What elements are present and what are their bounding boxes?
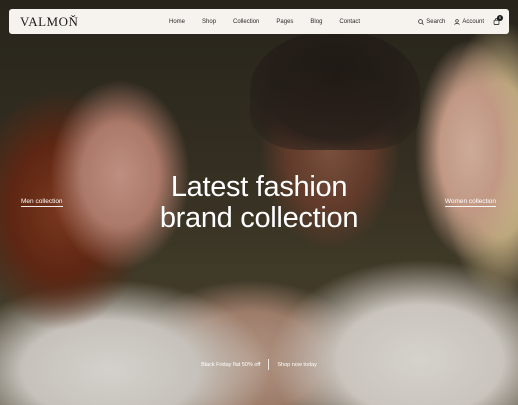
- nav-pages[interactable]: Pages: [276, 19, 293, 25]
- search-button[interactable]: Search: [418, 19, 445, 25]
- main-nav: Home Shop Collection Pages Blog Contact: [169, 9, 377, 34]
- account-label: Account: [462, 18, 484, 25]
- search-label: Search: [426, 18, 446, 25]
- site-header: VALMOŇ Home Shop Collection Pages Blog C…: [9, 9, 509, 34]
- promo-bar: Black Friday flat 50% off Shop now today: [0, 359, 518, 370]
- cart-count-badge: 0: [497, 15, 503, 21]
- cart-button[interactable]: 0: [493, 15, 503, 25]
- user-icon: [454, 18, 461, 25]
- shop-now-link[interactable]: Shop now today: [277, 362, 316, 368]
- promo-divider: [268, 359, 270, 370]
- account-button[interactable]: Account: [454, 19, 484, 25]
- hero-headline-line-2: brand collection: [159, 202, 359, 234]
- nav-blog[interactable]: Blog: [310, 19, 322, 25]
- promo-text: Black Friday flat 50% off: [201, 361, 261, 368]
- hero-headline: Latest fashion brand collection: [0, 172, 518, 234]
- nav-home[interactable]: Home: [169, 19, 185, 25]
- hero-headline-line-1: Latest fashion: [170, 171, 348, 203]
- nav-contact[interactable]: Contact: [339, 19, 360, 25]
- header-actions: Search Account 0: [409, 9, 503, 34]
- search-icon: [418, 18, 425, 25]
- nav-shop[interactable]: Shop: [202, 19, 216, 25]
- nav-collection[interactable]: Collection: [233, 19, 259, 25]
- page: VALMOŇ Home Shop Collection Pages Blog C…: [0, 0, 518, 405]
- brand-logo[interactable]: VALMOŇ: [20, 14, 78, 29]
